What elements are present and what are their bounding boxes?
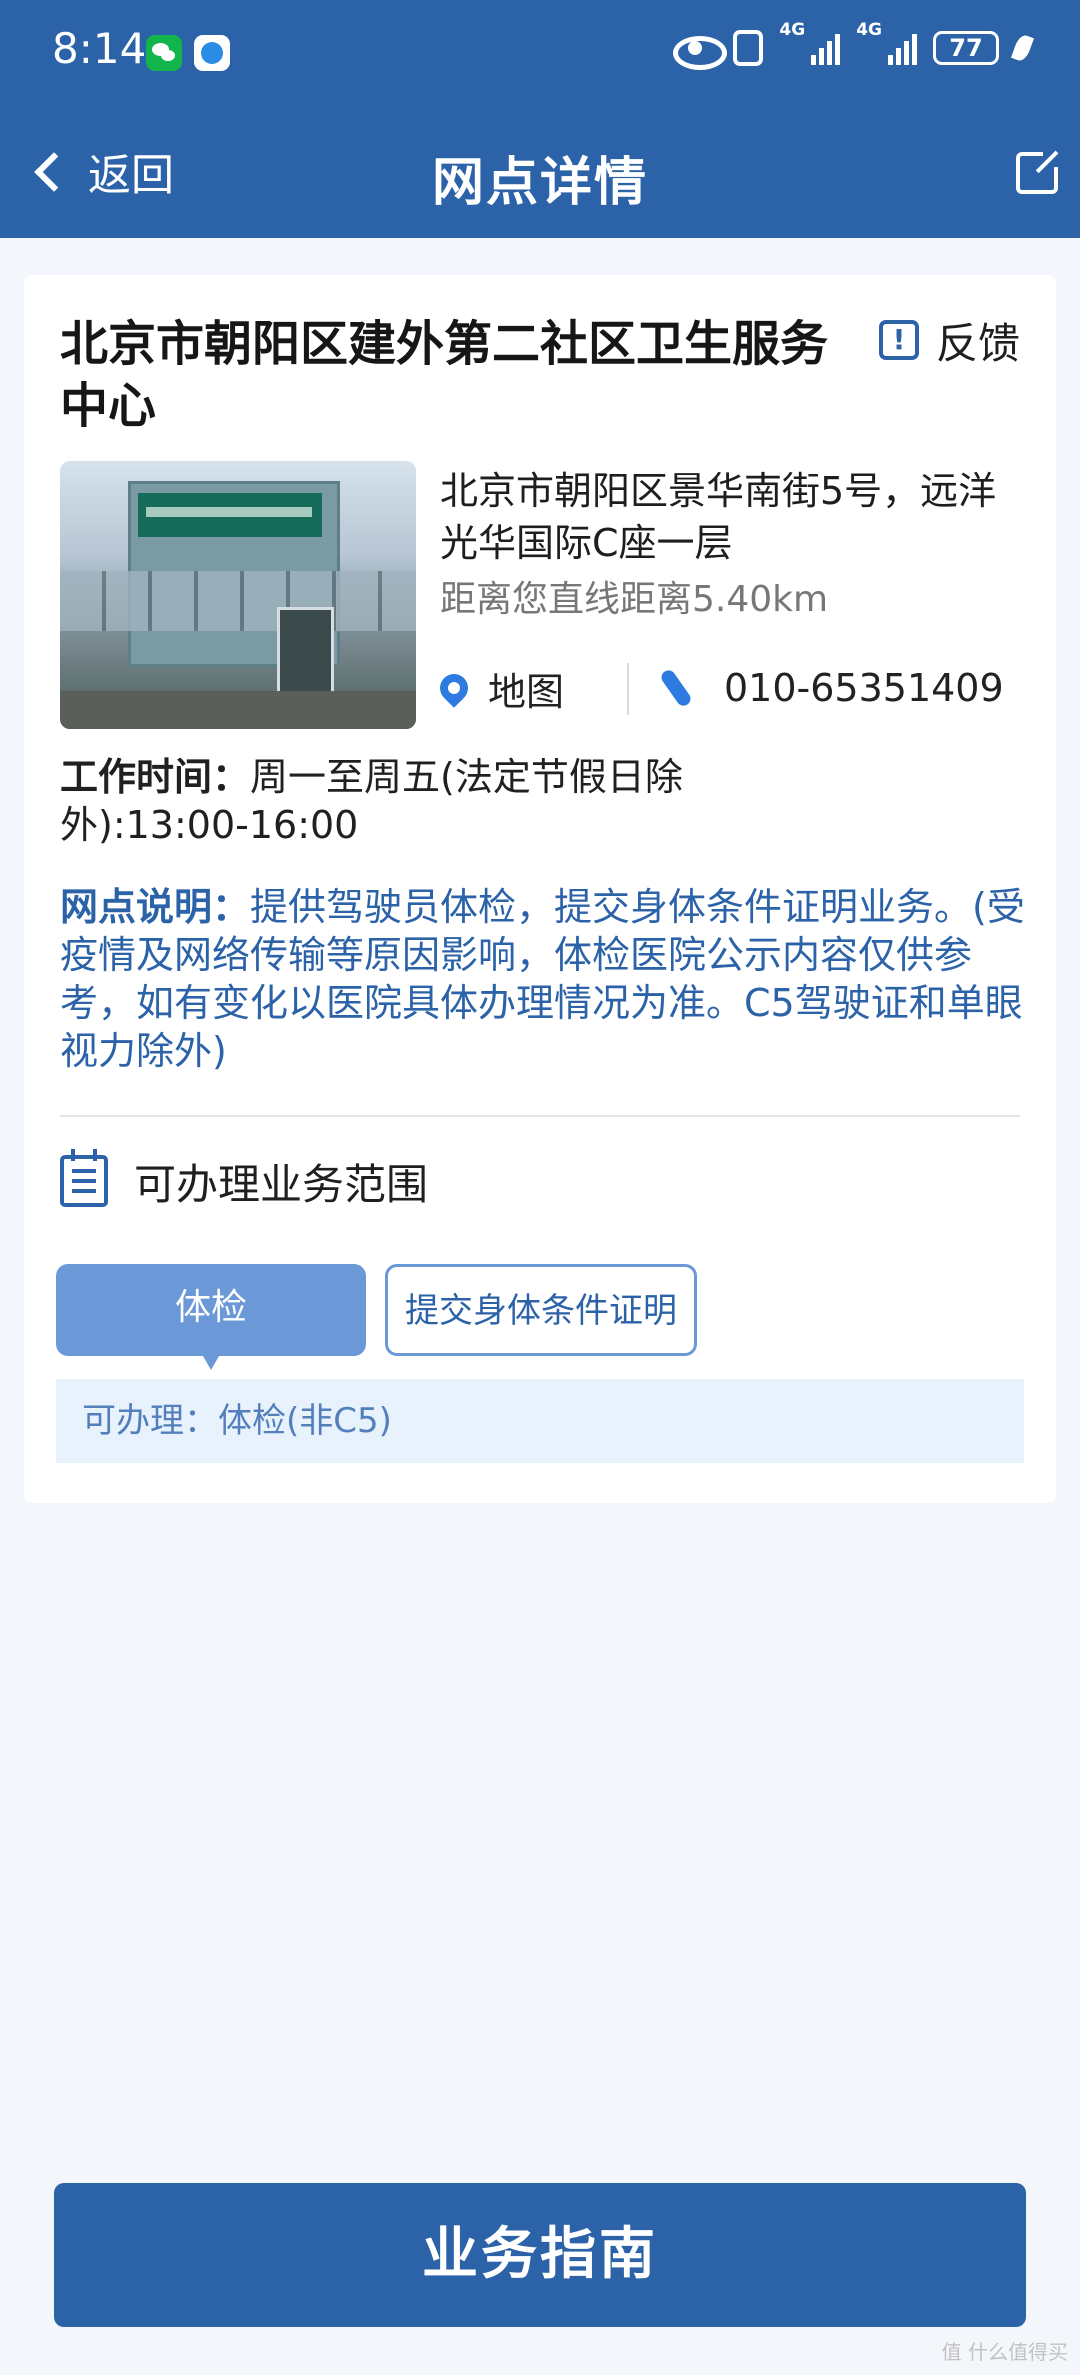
tab-health-proof[interactable]: 提交身体条件证明 [385,1264,697,1356]
building-windows [60,571,416,631]
service-scope-title: 可办理业务范围 [134,1159,429,1209]
site-detail-card: 北京市朝阳区建外第二社区卫生服务中心 ! 反馈 北京市朝阳区景华南街5号，远洋光… [24,275,1056,1503]
status-time: 8:14 [52,24,147,73]
description-label: 网点说明： [60,885,251,929]
calendar-icon [60,1149,108,1207]
phone-number: 010-65351409 [724,666,1004,710]
signal-icon [888,31,917,65]
feedback-icon: ! [878,320,919,360]
ground [60,691,416,729]
top-navigation: 返回 网点详情 [0,106,1080,238]
nfc-icon [733,30,764,66]
app-icon [194,35,230,71]
site-address: 北京市朝阳区景华南街5号，远洋光华国际C座一层 [440,469,997,565]
battery-icon: 77 [933,31,999,65]
building-sign [138,493,322,537]
status-bar: 8:14 4G 4G 77 [0,0,1080,106]
watermark: 值 什么值得买 [941,2340,1068,2364]
feedback-label: 反馈 [935,318,1020,368]
phone-button[interactable]: 010-65351409 [664,661,1004,715]
site-description: 网点说明：提供驾驶员体检，提交身体条件证明业务。(受疫情及网络传输等原因影响，体… [60,883,1038,1075]
site-photo[interactable] [60,461,416,729]
tab-physical-exam[interactable]: 体检 [56,1264,366,1370]
available-service-info: 可办理：体检(非C5) [56,1379,1024,1463]
divider [627,663,629,715]
map-pin-icon [434,668,474,708]
service-scope-header: 可办理业务范围 [60,1146,428,1216]
leaf-icon [1011,33,1034,63]
map-button[interactable]: 地图 [434,661,565,715]
signal-icon [811,31,841,65]
wechat-icon [146,35,182,71]
distance-text: 距离您直线距离5.40km [440,579,829,620]
status-icons: 4G 4G 77 [673,20,1034,74]
feedback-button[interactable]: ! 反馈 [878,313,1020,368]
business-guide-button[interactable]: 业务指南 [54,2183,1026,2327]
network-label-1: 4G [779,20,806,40]
network-label-2: 4G [856,20,882,40]
site-name: 北京市朝阳区建外第二社区卫生服务中心 [60,316,829,434]
share-icon[interactable] [1016,149,1061,194]
working-hours-label: 工作时间： [60,755,251,799]
page-title: 网点详情 [431,153,648,213]
eye-icon [673,33,728,70]
phone-icon [664,668,704,708]
divider [60,1115,1020,1117]
working-hours: 工作时间：周一至周五(法定节假日除外):13:00-16:00 [60,753,760,849]
map-label: 地图 [488,669,565,714]
